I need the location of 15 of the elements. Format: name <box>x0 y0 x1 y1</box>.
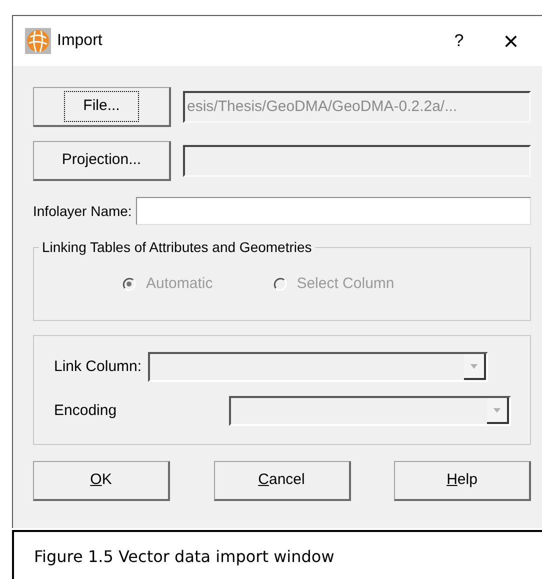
dialog-button[interactable]: OK <box>33 461 170 501</box>
link-column-label: Link Column: <box>54 356 142 377</box>
infolayer-name-label: Infolayer Name: <box>33 202 132 221</box>
dialog-button[interactable]: Cancel <box>214 461 350 501</box>
focus-outline: File... <box>64 91 139 122</box>
close-button[interactable]: × <box>496 28 526 54</box>
file-button[interactable]: File... <box>33 87 171 127</box>
projection-button[interactable]: Projection... <box>33 141 171 181</box>
globe-icon <box>25 28 51 54</box>
figure-caption: Figure 1.5 Vector data import window <box>12 530 542 579</box>
dialog-button[interactable]: Help <box>394 461 531 501</box>
help-button[interactable]: ? <box>444 28 474 54</box>
window-title: Import <box>57 31 102 51</box>
encoding-label: Encoding <box>54 400 118 421</box>
infolayer-name-field[interactable] <box>136 197 531 225</box>
